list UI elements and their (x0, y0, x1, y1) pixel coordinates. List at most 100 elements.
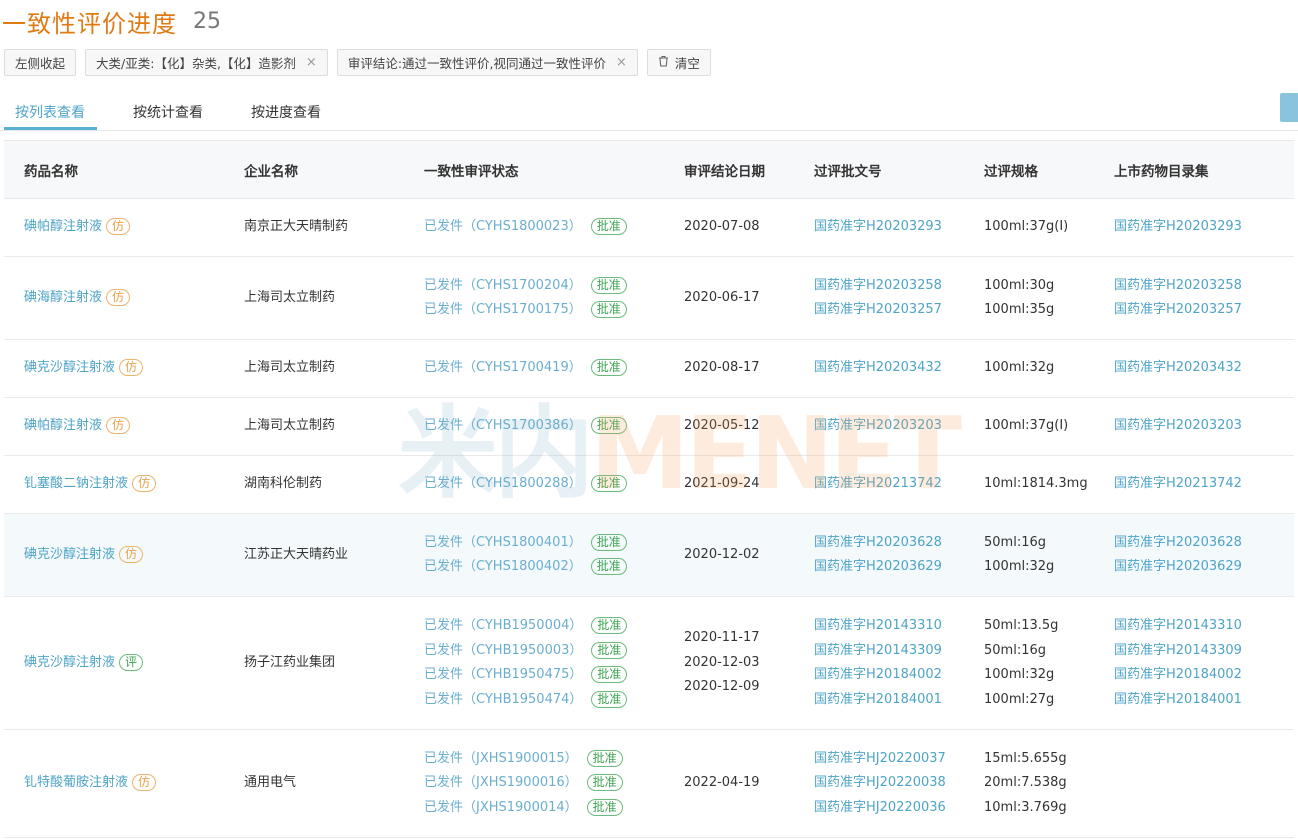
status-cell: 已发件（CYHS1800023） 批准 (404, 198, 664, 257)
collapse-sidebar-button[interactable]: 左侧收起 (4, 49, 77, 76)
status-link[interactable]: 已发件（CYHS1800401） (424, 535, 582, 550)
drug-name-cell: 碘克沙醇注射液仿 (4, 513, 224, 597)
catalog-link[interactable]: 国药准字H20213742 (1114, 476, 1242, 491)
tab-progress-view[interactable]: 按进度查看 (251, 102, 321, 122)
approval-number-link[interactable]: 国药准字H20203258 (814, 278, 942, 293)
approval-number-link[interactable]: 国药准字H20203628 (814, 535, 942, 550)
column-header[interactable]: 审评结论日期 (664, 140, 794, 199)
approved-tag: 批准 (586, 774, 623, 792)
status-link[interactable]: 已发件（CYHB1950003） (424, 643, 582, 658)
catalog-link[interactable]: 国药准字H20203628 (1114, 535, 1242, 550)
approval-number-link[interactable]: 国药准字HJ20220037 (814, 751, 946, 766)
status-cell: 已发件（CYHS1700386） 批准 (404, 397, 664, 456)
spec-cell: 50ml:16g 100ml:32g (964, 513, 1094, 597)
remove-filter-icon[interactable]: × (306, 55, 317, 70)
approval-number-link[interactable]: 国药准字H20203293 (814, 219, 942, 234)
status-link[interactable]: 已发件（CYHS1700419） (424, 360, 582, 375)
status-link[interactable]: 已发件（CYHB1950004） (424, 618, 582, 633)
status-cell: 已发件（CYHS1800401） 批准 已发件（CYHS1800402） 批准 (404, 513, 664, 597)
status-link[interactable]: 已发件（CYHS1700204） (424, 278, 582, 293)
drug-name-link[interactable]: 碘帕醇注射液 (24, 418, 102, 433)
catalog-link[interactable]: 国药准字H20203629 (1114, 559, 1242, 574)
catalog-link[interactable]: 国药准字H20143309 (1114, 643, 1242, 658)
drug-name-link[interactable]: 碘克沙醇注射液 (24, 547, 115, 562)
approval-number-link[interactable]: 国药准字HJ20220038 (814, 775, 946, 790)
approval-number-link[interactable]: 国药准字H20213742 (814, 476, 942, 491)
conclusion-date: 2020-07-08 (684, 219, 760, 235)
status-link[interactable]: 已发件（CYHB1950475） (424, 667, 582, 682)
approval-number-link[interactable]: 国药准字H20203257 (814, 302, 942, 317)
side-panel-toggle[interactable] (1280, 93, 1298, 122)
drug-name-link[interactable]: 碘帕醇注射液 (24, 219, 102, 234)
drug-name-link[interactable]: 钆塞酸二钠注射液 (24, 476, 128, 491)
approval-cell: 国药准字H20203203 (794, 397, 964, 456)
catalog-link[interactable]: 国药准字H20143310 (1114, 618, 1242, 633)
column-header[interactable]: 上市药物目录集 (1094, 140, 1294, 199)
column-header[interactable]: 药品名称 (4, 140, 224, 199)
catalog-link[interactable]: 国药准字H20203258 (1114, 278, 1242, 293)
tab-list-view[interactable]: 按列表查看 (15, 102, 85, 122)
approval-number-link[interactable]: 国药准字H20203629 (814, 559, 942, 574)
approval-number-link[interactable]: 国药准字H20203203 (814, 418, 942, 433)
approval-number-link[interactable]: 国药准字HJ20220036 (814, 800, 946, 815)
catalog-cell: 国药准字H20203258 国药准字H20203257 (1094, 256, 1294, 340)
company-name: 扬子江药业集团 (244, 654, 336, 670)
clear-filters-button[interactable]: 清空 (646, 49, 711, 76)
status-link[interactable]: 已发件（JXHS1900016） (424, 775, 578, 790)
status-link[interactable]: 已发件（CYHS1700175） (424, 302, 582, 317)
catalog-link[interactable]: 国药准字H20203293 (1114, 219, 1242, 234)
approved-tag: 批准 (590, 417, 627, 435)
column-header[interactable]: 一致性审评状态 (404, 140, 664, 199)
table-row: 碘帕醇注射液仿 上海司太立制药 已发件（CYHS1700386） 批准 2020-05-… (4, 397, 1294, 456)
conclusion-date: 2022-04-19 (684, 775, 760, 791)
company-name: 湖南科伦制药 (244, 476, 323, 492)
drug-name-link[interactable]: 碘克沙醇注射液 (24, 360, 115, 375)
approval-number-link[interactable]: 国药准字H20184002 (814, 667, 942, 682)
drug-name-cell: 碘克沙醇注射液仿 (4, 339, 224, 398)
drug-name-link[interactable]: 钆特酸葡胺注射液 (24, 775, 128, 790)
catalog-cell (1094, 729, 1294, 838)
date-cell: 2020-08-17 (664, 339, 794, 398)
drug-name-link[interactable]: 碘克沙醇注射液 (24, 655, 115, 670)
catalog-link[interactable]: 国药准字H20184002 (1114, 667, 1242, 682)
status-link[interactable]: 已发件（JXHS1900014） (424, 800, 578, 815)
drug-name-link[interactable]: 碘海醇注射液 (24, 290, 102, 305)
status-cell: 已发件（CYHS1700204） 批准 已发件（CYHS1700175） 批准 (404, 256, 664, 340)
drug-name-cell: 碘帕醇注射液仿 (4, 198, 224, 257)
drug-type-badge: 仿 (106, 218, 131, 236)
approval-number-link[interactable]: 国药准字H20203432 (814, 360, 942, 375)
date-cell: 2020-12-02 (664, 513, 794, 597)
approval-number-link[interactable]: 国药准字H20184001 (814, 692, 942, 707)
approved-tag: 批准 (590, 276, 627, 294)
catalog-link[interactable]: 国药准字H20203257 (1114, 302, 1242, 317)
status-link[interactable]: 已发件（CYHS1800023） (424, 219, 582, 234)
catalog-link[interactable]: 国药准字H20203203 (1114, 418, 1242, 433)
conclusion-date: 2020-08-17 (684, 360, 760, 376)
catalog-link[interactable]: 国药准字H20184001 (1114, 692, 1242, 707)
column-header[interactable]: 过评规格 (964, 140, 1094, 199)
status-link[interactable]: 已发件（CYHS1800288） (424, 476, 582, 491)
approval-number-link[interactable]: 国药准字H20143309 (814, 643, 942, 658)
status-link[interactable]: 已发件（JXHS1900015） (424, 751, 578, 766)
status-link[interactable]: 已发件（CYHS1700386） (424, 418, 582, 433)
column-header[interactable]: 过评批文号 (794, 140, 964, 199)
catalog-link[interactable]: 国药准字H20203432 (1114, 360, 1242, 375)
active-tab-indicator (4, 127, 97, 130)
date-cell: 2020-06-17 (664, 256, 794, 340)
table-row: 碘海醇注射液仿 上海司太立制药 已发件（CYHS1700204） 批准 已发件（CYHS… (4, 256, 1294, 340)
trash-icon (658, 55, 669, 70)
drug-type-badge: 仿 (119, 359, 144, 377)
spec-value: 100ml:32g (984, 559, 1055, 574)
company-cell: 上海司太立制药 (224, 339, 404, 398)
status-link[interactable]: 已发件（CYHS1800402） (424, 559, 582, 574)
status-link[interactable]: 已发件（CYHB1950474） (424, 692, 582, 707)
approved-tag: 批准 (590, 218, 627, 236)
column-header[interactable]: 企业名称 (224, 140, 404, 199)
view-tabs: 按列表查看 按统计查看 按进度查看 (0, 96, 1298, 131)
tab-stats-view[interactable]: 按统计查看 (133, 102, 203, 122)
approval-cell: 国药准字H20213742 (794, 455, 964, 514)
remove-filter-icon[interactable]: × (616, 55, 627, 70)
company-name: 上海司太立制药 (244, 289, 336, 305)
filter-chip-category: 大类/亚类:【化】杂类,【化】造影剂 × (85, 49, 328, 76)
approval-number-link[interactable]: 国药准字H20143310 (814, 618, 942, 633)
